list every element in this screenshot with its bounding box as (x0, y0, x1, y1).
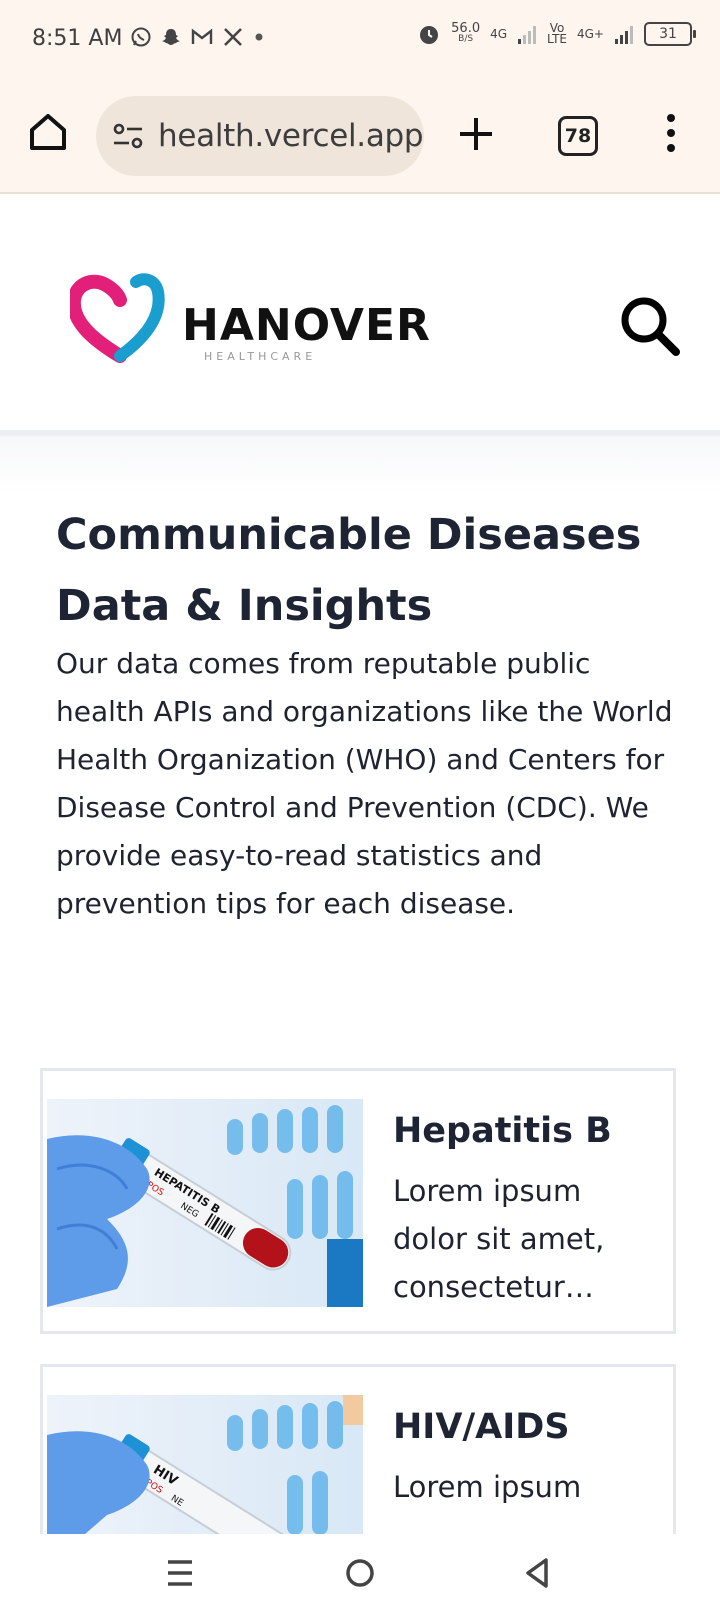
disease-title[interactable]: Hepatitis B (393, 1111, 612, 1151)
site-logo[interactable]: HANOVER HEALTHCARE (70, 273, 430, 378)
recent-apps-icon[interactable] (160, 1556, 200, 1590)
network-4g-label: 4G (490, 27, 508, 41)
notification-icons (130, 26, 266, 48)
disease-image: HEPATITIS B POS NEG (47, 1099, 363, 1307)
back-nav-icon[interactable] (518, 1556, 558, 1590)
logo-name: HANOVER (182, 300, 431, 351)
heart-logo-icon (70, 273, 165, 363)
net-speed: 56.0 B/S (451, 21, 481, 45)
disease-excerpt: Lorem ipsum dolor sit amet, consectetur… (393, 1174, 605, 1304)
site-header: HANOVER HEALTHCARE (0, 194, 720, 436)
net-speed-value: 56.0 (451, 21, 481, 36)
home-icon[interactable] (26, 110, 70, 154)
net-speed-unit: B/S (458, 34, 474, 44)
test-tube-illustration: HEPATITIS B POS NEG (47, 1099, 363, 1307)
home-nav-icon[interactable] (340, 1556, 380, 1590)
signal-icon-1 (518, 26, 537, 44)
disease-excerpt: Lorem ipsum (393, 1470, 582, 1504)
status-bar: 8:51 AM 56.0 B/S 4G Vo LTE 4G+ 31 (0, 0, 720, 80)
volte-label: Vo LTE (547, 22, 567, 46)
more-notifications-dot-icon (255, 33, 263, 41)
site-settings-icon[interactable] (110, 118, 146, 154)
whatsapp-icon (131, 27, 151, 47)
system-icons: 56.0 B/S 4G Vo LTE 4G+ 31 (417, 21, 696, 46)
x-icon (224, 28, 242, 46)
volte-bottom: LTE (547, 32, 567, 46)
battery-level: 31 (659, 26, 677, 42)
system-navigation-bar (0, 1534, 720, 1612)
page-description: Our data comes from reputable public hea… (56, 647, 673, 920)
url-text[interactable]: health.vercel.app (158, 118, 424, 154)
page-title: Communicable Diseases Data & Insights (56, 510, 642, 631)
search-icon[interactable] (618, 294, 682, 358)
network-4g-plus-label: 4G+ (577, 27, 604, 41)
new-tab-icon[interactable] (456, 114, 496, 154)
tab-count: 78 (564, 125, 592, 147)
disease-card-hepatitis-b[interactable]: HEPATITIS B POS NEG Hepatitis B Lorem ip… (40, 1068, 676, 1334)
address-bar[interactable]: health.vercel.app (96, 96, 424, 176)
browser-toolbar: health.vercel.app 78 (0, 80, 720, 194)
main-content: Communicable Diseases Data & Insights Ou… (0, 436, 720, 1567)
snapchat-icon (162, 29, 180, 45)
disease-title[interactable]: HIV/AIDS (393, 1407, 570, 1447)
logo-tagline: HEALTHCARE (204, 350, 317, 363)
battery-icon: 31 (644, 22, 696, 46)
gmail-icon (191, 28, 213, 44)
tab-switcher-button[interactable]: 78 (558, 116, 598, 156)
alarm-icon (420, 26, 439, 44)
more-options-icon[interactable] (664, 112, 678, 154)
signal-icon-2 (615, 26, 633, 44)
status-time: 8:51 AM (32, 26, 123, 51)
